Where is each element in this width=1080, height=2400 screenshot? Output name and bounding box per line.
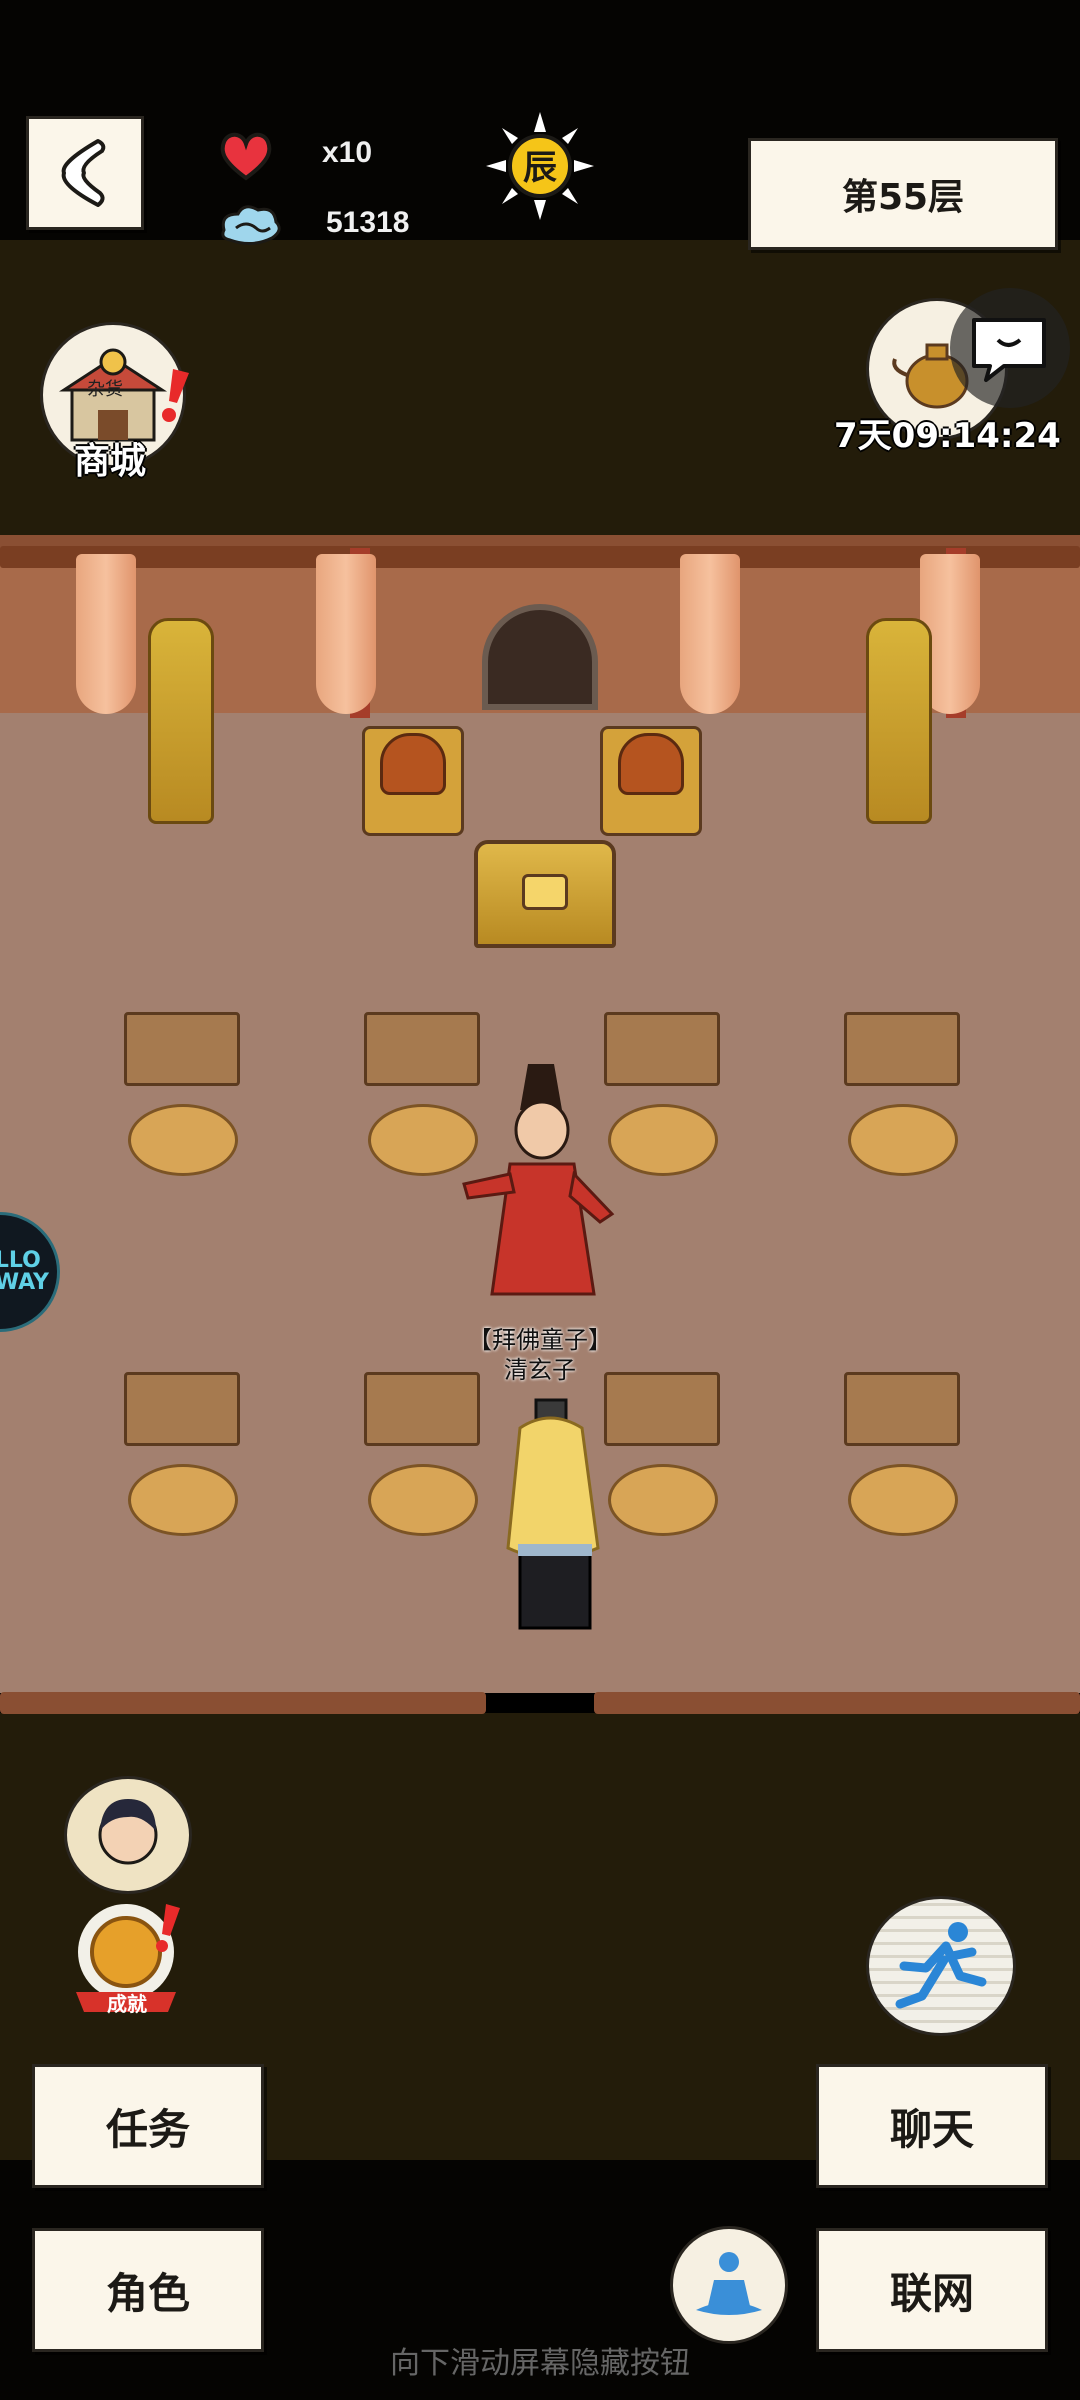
table — [844, 1372, 960, 1446]
npc-sprite — [462, 1064, 615, 1296]
chat-button[interactable]: 聊天 — [816, 2064, 1048, 2188]
prayer-banner-right — [866, 618, 932, 824]
cushion[interactable] — [128, 1464, 238, 1536]
cushion[interactable] — [128, 1104, 238, 1176]
npc-character[interactable] — [462, 1064, 632, 1314]
exclamation-icon — [162, 369, 189, 422]
spirit-cloud-icon — [221, 205, 281, 245]
avatar-button[interactable] — [64, 1776, 192, 1894]
shop-sign-text: 杂货 — [87, 379, 123, 400]
lives-count: x10 — [322, 136, 373, 169]
curtain-rail — [0, 546, 1080, 568]
floor-edge-right — [594, 1692, 1080, 1714]
curtain-left-2 — [316, 554, 376, 714]
meditation-button[interactable] — [670, 2226, 788, 2344]
swipe-hint: 向下滑动屏幕隐藏按钮 — [390, 2346, 690, 2381]
floating-chat-button[interactable] — [950, 288, 1070, 408]
curtain-left-1 — [76, 554, 136, 714]
temple-door[interactable] — [482, 604, 598, 710]
back-button[interactable] — [26, 116, 144, 230]
bell-stand-left — [362, 726, 464, 836]
bell-stand-right — [600, 726, 702, 836]
cushion[interactable] — [608, 1464, 718, 1536]
table — [844, 1012, 960, 1086]
cushion[interactable] — [368, 1464, 478, 1536]
time-indicator: 辰 — [484, 110, 596, 222]
floor-level-label: 第55层 — [748, 138, 1058, 250]
floor-edge-left — [0, 1692, 486, 1714]
tasks-button[interactable]: 任务 — [32, 2064, 264, 2188]
event-timer: 7天09:14:24 — [834, 416, 1061, 456]
network-button[interactable]: 联网 — [816, 2228, 1048, 2352]
shop-label: 商城 — [73, 441, 146, 482]
time-badge-text: 辰 — [523, 148, 557, 188]
achievement-button[interactable]: 成就 — [62, 1896, 192, 2020]
spirit-count: 51318 — [326, 206, 410, 239]
chat-bubble-icon — [972, 318, 1046, 382]
curtain-right-1 — [680, 554, 740, 714]
meditation-icon — [696, 2252, 762, 2315]
avatar — [98, 1799, 158, 1865]
table — [124, 1372, 240, 1446]
player-character — [490, 1398, 620, 1638]
player-sprite — [506, 1398, 600, 1630]
cushion[interactable] — [848, 1464, 958, 1536]
back-arrow-icon — [61, 139, 106, 207]
cushion[interactable] — [848, 1104, 958, 1176]
heart-icon — [220, 132, 272, 181]
npc-name: 清玄子 — [504, 1356, 576, 1384]
table — [124, 1012, 240, 1086]
runner-icon — [895, 1922, 987, 2009]
run-button[interactable] — [866, 1896, 1016, 2036]
character-button[interactable]: 角色 — [32, 2228, 264, 2352]
achievement-label: 成就 — [107, 1992, 147, 2016]
prayer-banner-left — [148, 618, 214, 824]
treasure-chest[interactable] — [474, 840, 616, 948]
